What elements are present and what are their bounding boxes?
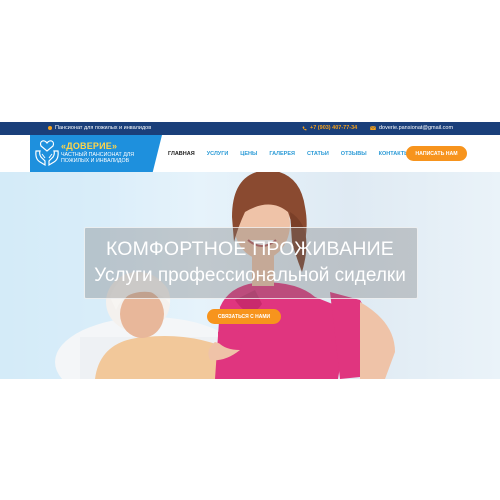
main-nav: ГЛАВНАЯ УСЛУГИ ЦЕНЫ ГАЛЕРЕЯ СТАТЬИ ОТЗЫВ… <box>168 151 421 157</box>
nav-item-reviews[interactable]: ОТЗЫВЫ <box>341 151 367 157</box>
tagline: Пансионат для пожилых и инвалидов <box>48 125 151 131</box>
hero-banner: КОМФОРТНОЕ ПРОЖИВАНИЕ Услуги профессиона… <box>0 172 500 379</box>
hero-subtitle: Услуги профессиональной сиделки <box>94 265 406 286</box>
brand-name: «ДОВЕРИЕ» <box>61 141 118 151</box>
nav-item-contacts[interactable]: КОНТАКТЫ <box>379 151 410 157</box>
hands-heart-logo-icon <box>34 139 60 172</box>
email-link[interactable]: doverie.pansionat@gmail.com <box>370 125 453 131</box>
top-info-bar: Пансионат для пожилых и инвалидов +7 (90… <box>0 122 500 135</box>
tagline-text: Пансионат для пожилых и инвалидов <box>55 125 152 131</box>
email-address: doverie.pansionat@gmail.com <box>379 125 454 131</box>
website: Пансионат для пожилых и инвалидов +7 (90… <box>0 122 500 379</box>
logo[interactable]: «ДОВЕРИЕ» ЧАСТНЫЙ ПАНСИОНАТ ДЛЯ ПОЖИЛЫХ … <box>30 135 162 172</box>
nav-item-services[interactable]: УСЛУГИ <box>207 151 229 157</box>
phone-link[interactable]: +7 (903) 407-77-34 <box>302 125 357 131</box>
dot-icon <box>48 126 52 130</box>
brand-subtitle-2: ПОЖИЛЫХ И ИНВАЛИДОВ <box>61 157 130 164</box>
contact-us-button[interactable]: СВЯЗАТЬСЯ С НАМИ <box>207 309 281 324</box>
site-header: «ДОВЕРИЕ» ЧАСТНЫЙ ПАНСИОНАТ ДЛЯ ПОЖИЛЫХ … <box>0 135 500 172</box>
mail-icon <box>370 125 376 131</box>
write-us-button[interactable]: НАПИСАТЬ НАМ <box>406 146 467 161</box>
hero-title: КОМФОРТНОЕ ПРОЖИВАНИЕ <box>105 238 395 260</box>
nav-item-articles[interactable]: СТАТЬИ <box>307 151 329 157</box>
phone-icon <box>302 126 307 131</box>
phone-number: +7 (903) 407-77-34 <box>310 125 358 131</box>
nav-item-gallery[interactable]: ГАЛЕРЕЯ <box>269 151 295 157</box>
nav-item-prices[interactable]: ЦЕНЫ <box>240 151 257 157</box>
nav-item-home[interactable]: ГЛАВНАЯ <box>168 151 195 157</box>
